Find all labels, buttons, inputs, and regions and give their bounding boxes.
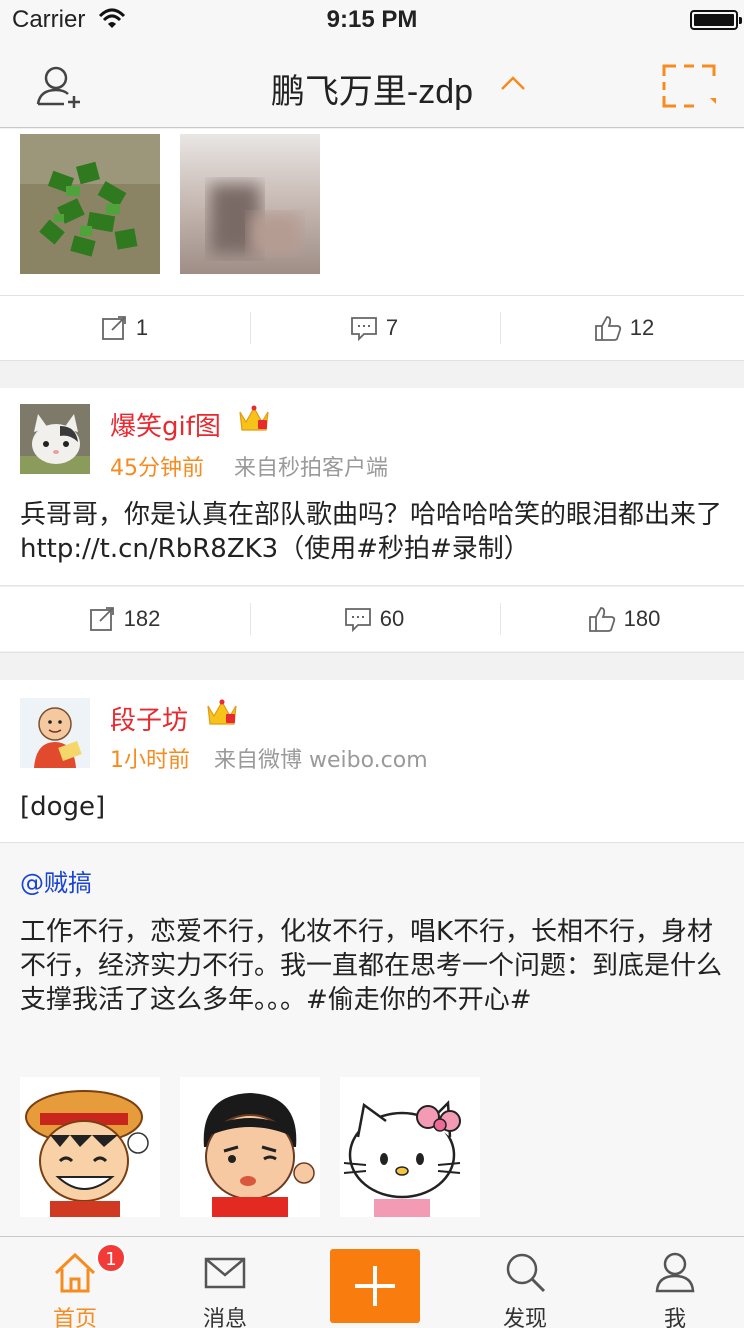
search-icon bbox=[506, 1253, 546, 1293]
tab-discover-label: 发现 bbox=[502, 1307, 547, 1328]
cat-avatar-image bbox=[20, 404, 90, 474]
comment-icon bbox=[344, 608, 371, 633]
repost-icon bbox=[89, 607, 114, 631]
tab-me-label: 我 bbox=[663, 1307, 686, 1328]
repost-count: 1 bbox=[135, 315, 149, 340]
repost-button[interactable]: 182 bbox=[0, 587, 248, 651]
avatar[interactable] bbox=[20, 404, 90, 474]
monk-avatar-image bbox=[20, 698, 90, 768]
clock: 9:15 PM bbox=[326, 6, 418, 33]
tab-home-label: 首页 bbox=[52, 1307, 97, 1328]
image-kitty-cartoon bbox=[340, 1077, 480, 1217]
username[interactable]: 爆笑gif图 bbox=[110, 406, 221, 443]
feed-post-partial[interactable] bbox=[0, 129, 744, 295]
comment-count: 7 bbox=[385, 315, 399, 340]
retweet-image-kitty[interactable] bbox=[340, 1077, 480, 1217]
feed-post[interactable]: 爆笑gif图 45分钟前 来自秒拍客户端 兵哥哥，你是认真在部队歌曲吗？哈哈哈哈… bbox=[0, 388, 744, 585]
like-count: 180 bbox=[623, 606, 661, 631]
retweet-author-mention[interactable]: @贼搞 bbox=[20, 863, 92, 898]
retweet-image-luffy[interactable] bbox=[20, 1077, 160, 1217]
tab-me[interactable]: 我 bbox=[600, 1237, 744, 1328]
retweet-block[interactable]: @贼搞 工作不行，恋爱不行，化妆不行，唱K不行，长相不行，身材不行，经济实力不行… bbox=[0, 843, 744, 1236]
navigation-bar: 鹏飞万里-zdp bbox=[0, 40, 744, 128]
repost-icon bbox=[101, 316, 126, 340]
post-action-bar: 182 60 180 bbox=[0, 587, 744, 651]
vip-crown-icon bbox=[239, 405, 269, 431]
comment-button[interactable]: 60 bbox=[250, 587, 498, 651]
envelope-icon bbox=[204, 1257, 246, 1289]
comment-count: 60 bbox=[379, 606, 405, 631]
post-text: 兵哥哥，你是认真在部队歌曲吗？哈哈哈哈笑的眼泪都出来了http://t.cn/R… bbox=[20, 500, 723, 564]
username[interactable]: 段子坊 bbox=[110, 700, 188, 737]
image-peppers bbox=[20, 134, 160, 274]
compose-button[interactable] bbox=[330, 1249, 420, 1323]
tab-discover[interactable]: 发现 bbox=[450, 1237, 600, 1328]
thumbs-up-icon bbox=[594, 316, 621, 341]
post-time: 1小时前 bbox=[110, 748, 190, 773]
battery-icon bbox=[690, 10, 742, 30]
like-count: 12 bbox=[629, 315, 655, 340]
repost-count: 182 bbox=[123, 606, 161, 631]
tab-home[interactable]: 1 首页 bbox=[0, 1237, 150, 1328]
thumbs-up-icon bbox=[588, 607, 615, 632]
post-image-blurred[interactable] bbox=[180, 134, 320, 274]
divider bbox=[0, 360, 744, 361]
home-notification-badge: 1 bbox=[96, 1243, 126, 1273]
image-straw-hat-cartoon bbox=[20, 1077, 160, 1217]
post-time: 45分钟前 bbox=[110, 456, 204, 481]
app-screen: Carrier 9:15 PM 鹏飞万里-zdp 1 7 12 爆笑gif图 4… bbox=[0, 0, 744, 1328]
profile-icon bbox=[655, 1252, 695, 1293]
like-button[interactable]: 180 bbox=[500, 587, 744, 651]
divider bbox=[0, 585, 744, 586]
repost-button[interactable]: 1 bbox=[0, 296, 248, 360]
comment-button[interactable]: 7 bbox=[250, 296, 498, 360]
comment-icon bbox=[350, 317, 377, 342]
home-icon bbox=[54, 1252, 96, 1293]
feed-post[interactable]: 段子坊 1小时前 来自微博 weibo.com [doge] bbox=[0, 680, 744, 842]
nav-title-text: 鹏飞万里-zdp bbox=[270, 73, 474, 111]
retweet-text: 工作不行，恋爱不行，化妆不行，唱K不行，长相不行，身材不行，经济实力不行。我一直… bbox=[20, 917, 723, 1015]
avatar[interactable] bbox=[20, 698, 90, 768]
like-button[interactable]: 12 bbox=[500, 296, 744, 360]
retweet-image-boy[interactable] bbox=[180, 1077, 320, 1217]
nav-title-dropdown[interactable]: 鹏飞万里-zdp bbox=[0, 64, 744, 113]
tab-bar: 1 首页 消息 发现 我 bbox=[0, 1236, 744, 1328]
post-text: [doge] bbox=[20, 792, 106, 822]
post-action-bar: 1 7 12 bbox=[0, 296, 744, 360]
post-image-greens[interactable] bbox=[20, 134, 160, 274]
divider bbox=[0, 652, 744, 653]
scan-qr-icon[interactable] bbox=[662, 64, 716, 108]
post-source: 来自秒拍客户端 bbox=[234, 456, 389, 481]
post-source: 来自微博 weibo.com bbox=[214, 748, 428, 773]
vip-crown-icon bbox=[207, 699, 237, 725]
image-blurred-thumbnail bbox=[180, 134, 320, 274]
status-bar: Carrier 9:15 PM bbox=[0, 0, 744, 40]
tab-messages[interactable]: 消息 bbox=[150, 1237, 300, 1328]
image-boy-cartoon bbox=[180, 1077, 320, 1217]
chevron-up-icon bbox=[501, 76, 525, 90]
tab-messages-label: 消息 bbox=[202, 1307, 247, 1328]
